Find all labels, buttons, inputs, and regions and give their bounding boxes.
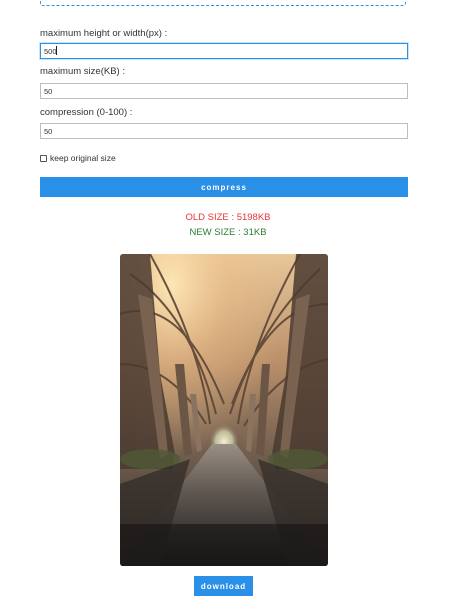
- compression-input[interactable]: [40, 123, 408, 139]
- keep-original-size-checkbox[interactable]: [40, 154, 47, 162]
- max-size-label: maximum size(KB) :: [40, 66, 125, 77]
- keep-original-size-option[interactable]: keep original size: [40, 152, 116, 164]
- old-size-text: OLD SIZE : 5198KB: [185, 212, 271, 223]
- new-size-text: NEW SIZE : 31KB: [189, 227, 267, 238]
- download-button[interactable]: download: [194, 576, 253, 596]
- max-dimension-label: maximum height or width(px) :: [40, 28, 168, 39]
- compress-button[interactable]: compress: [40, 177, 408, 197]
- text-caret: [56, 46, 57, 55]
- max-dimension-input[interactable]: [40, 43, 408, 59]
- keep-original-size-label[interactable]: keep original size: [50, 153, 116, 163]
- upload-dropzone[interactable]: [40, 0, 406, 6]
- compression-label: compression (0-100) :: [40, 107, 133, 118]
- compressed-image-preview: [120, 254, 328, 566]
- max-size-input[interactable]: [40, 83, 408, 99]
